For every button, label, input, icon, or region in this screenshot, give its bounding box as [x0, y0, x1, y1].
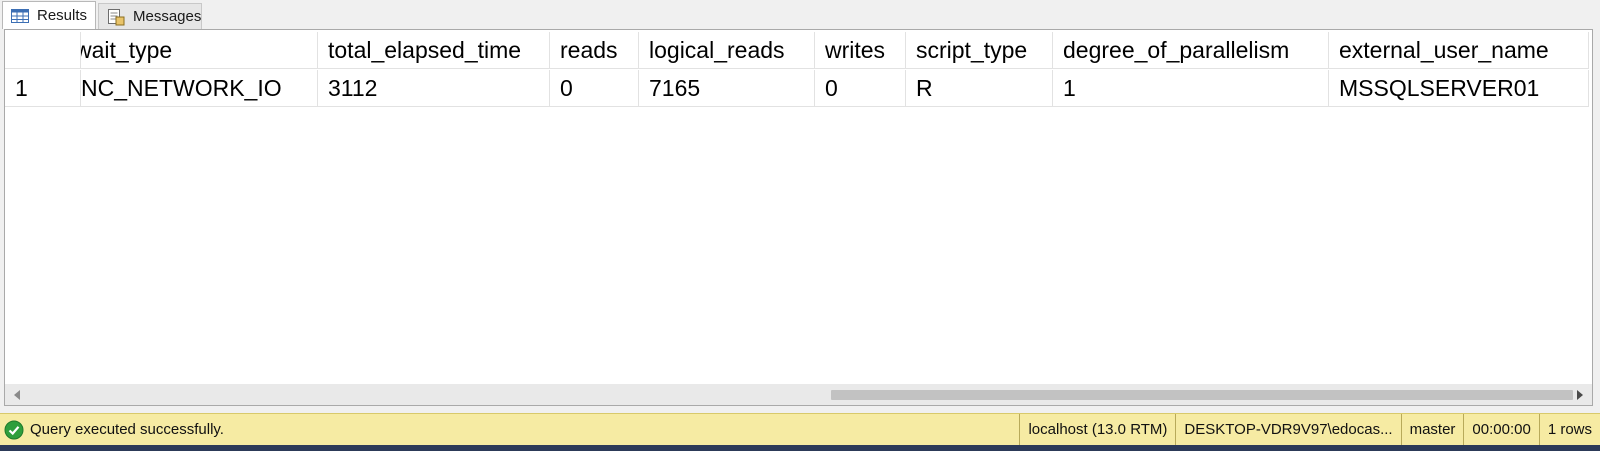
column-header-logical-reads[interactable]: logical_reads — [639, 32, 815, 69]
row-number[interactable]: 1 — [5, 70, 81, 107]
results-grid-pane: wait_type total_elapsed_time reads logic… — [4, 29, 1593, 406]
cell-wait-type-value: NC_NETWORK_IO — [81, 74, 282, 101]
cell-writes[interactable]: 0 — [815, 70, 906, 107]
horizontal-scrollbar[interactable] — [5, 384, 1592, 405]
status-bar: Query executed successfully. localhost (… — [0, 413, 1600, 445]
column-header-writes[interactable]: writes — [815, 32, 906, 69]
cell-reads[interactable]: 0 — [550, 70, 639, 107]
scroll-right-arrow-icon[interactable] — [1570, 384, 1590, 405]
cell-script-type[interactable]: R — [906, 70, 1053, 107]
status-database: master — [1400, 414, 1464, 445]
cell-external-user-name[interactable]: MSSQLSERVER01 — [1329, 70, 1589, 107]
column-header-external-user-name[interactable]: external_user_name — [1329, 32, 1589, 69]
status-user: DESKTOP-VDR9V97\edocas... — [1175, 414, 1400, 445]
status-row-count: 1 rows — [1538, 414, 1600, 445]
cell-total-elapsed-time[interactable]: 3112 — [318, 70, 550, 107]
tab-results[interactable]: Results — [2, 1, 96, 29]
tab-messages[interactable]: Messages — [98, 3, 202, 29]
column-header-total-elapsed-time[interactable]: total_elapsed_time — [318, 32, 550, 69]
scroll-left-arrow-icon[interactable] — [7, 384, 27, 405]
column-header-wait-type-label: wait_type — [81, 36, 173, 63]
status-message-area: Query executed successfully. — [0, 420, 1019, 440]
tab-results-label: Results — [37, 7, 88, 24]
status-elapsed-time: 00:00:00 — [1463, 414, 1538, 445]
status-server: localhost (13.0 RTM) — [1019, 414, 1175, 445]
status-message: Query executed successfully. — [30, 421, 224, 438]
status-segments: localhost (13.0 RTM) DESKTOP-VDR9V97\edo… — [1019, 414, 1600, 445]
result-tabs: Results Messages — [0, 0, 1600, 29]
cell-degree-of-parallelism[interactable]: 1 — [1053, 70, 1329, 107]
table-row[interactable]: 1 NC_NETWORK_IO 3112 0 7165 0 R 1 MSSQLS… — [5, 70, 1589, 107]
cell-logical-reads[interactable]: 7165 — [639, 70, 815, 107]
grid-header-row: wait_type total_elapsed_time reads logic… — [5, 32, 1589, 69]
grid-icon — [11, 8, 29, 24]
tab-messages-label: Messages — [133, 8, 202, 25]
scrollbar-thumb[interactable] — [831, 390, 1573, 400]
column-header-degree-of-parallelism[interactable]: degree_of_parallelism — [1053, 32, 1329, 69]
messages-icon — [107, 8, 125, 26]
success-check-icon — [4, 420, 24, 440]
column-header-wait-type[interactable]: wait_type — [81, 32, 318, 69]
window-bottom-border — [0, 445, 1600, 451]
column-header-script-type[interactable]: script_type — [906, 32, 1053, 69]
row-number-header[interactable] — [5, 32, 81, 69]
cell-wait-type[interactable]: NC_NETWORK_IO — [81, 70, 318, 107]
column-header-reads[interactable]: reads — [550, 32, 639, 69]
